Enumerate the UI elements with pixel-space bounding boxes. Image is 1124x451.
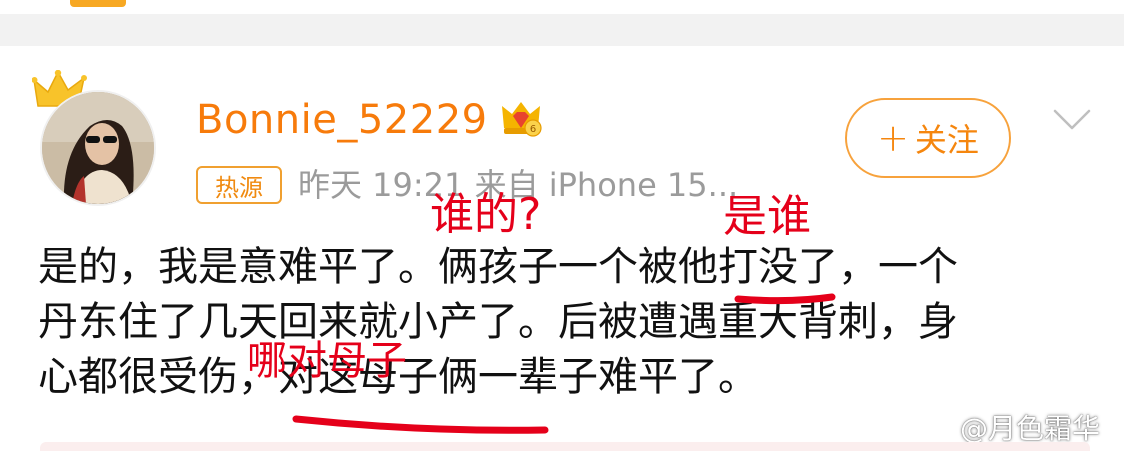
post-text: 是的，我是意难平了。俩孩子一个被他打没了，一个 丹东住了几天回来就小产了。后被遭… <box>38 240 1098 405</box>
weibo-logo-icon <box>921 414 959 443</box>
feed-divider <box>0 14 1124 46</box>
next-card-edge <box>40 442 1090 451</box>
watermark: @月色霜华 <box>920 408 1100 446</box>
vip-crown-icon: 6 <box>502 102 542 137</box>
chevron-down-icon[interactable] <box>1052 108 1092 132</box>
annotation-which-mother-son: 哪对母子 <box>247 338 407 384</box>
post-line: 是的，我是意难平了。俩孩子一个被他打没了，一个 <box>38 244 958 290</box>
annotation-who-is: 是谁 <box>723 191 811 242</box>
watermark-text: @月色霜华 <box>960 412 1101 445</box>
post-line: 丹东住了几天回来就小产了。后被遭遇重大背刺，身 <box>38 299 958 345</box>
annotation-whose: 谁的? <box>430 189 542 240</box>
plus-icon: + <box>877 116 909 160</box>
post-line: 心都很受伤，对这母子俩一辈子难平了。 <box>38 354 758 400</box>
username[interactable]: Bonnie_52229 <box>196 92 488 148</box>
svg-text:6: 6 <box>530 124 536 135</box>
avatar[interactable] <box>40 90 156 206</box>
top-bar <box>0 0 1124 14</box>
hot-source-badge: 热源 <box>196 166 282 204</box>
follow-label: 关注 <box>914 121 979 159</box>
tab-indicator <box>70 0 126 7</box>
avatar-container[interactable] <box>32 66 160 210</box>
follow-button[interactable]: + 关注 <box>845 98 1011 178</box>
